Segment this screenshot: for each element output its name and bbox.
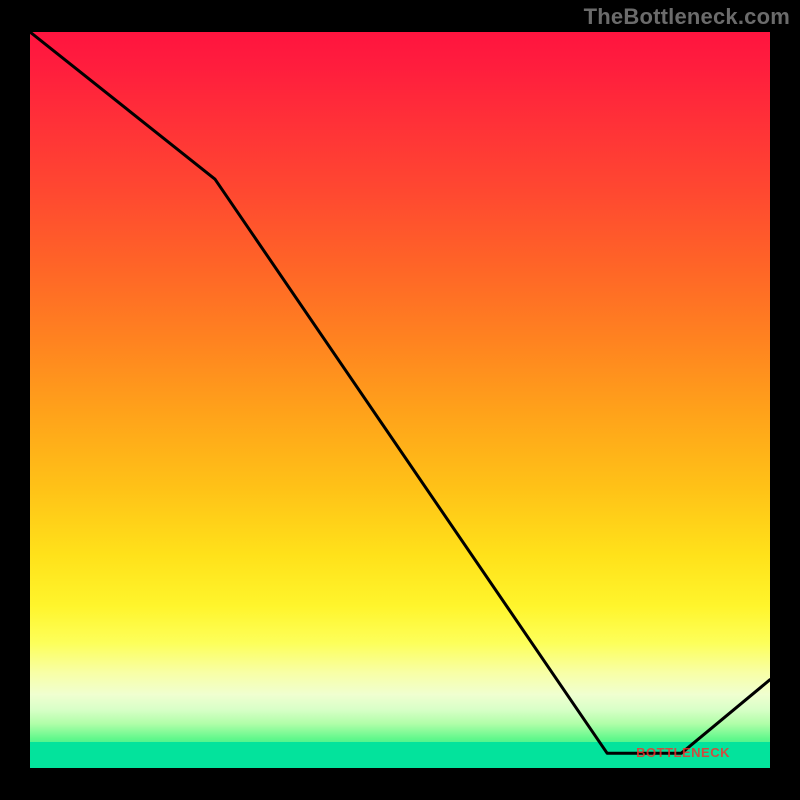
chart-container: TheBottleneck.com BOTTLENECK: [0, 0, 800, 800]
watermark-label: BOTTLENECK: [636, 745, 730, 760]
bottleneck-curve: [30, 32, 770, 768]
attribution-label: TheBottleneck.com: [584, 4, 790, 30]
plot-area: BOTTLENECK: [30, 32, 770, 768]
curve-path: [30, 32, 770, 753]
